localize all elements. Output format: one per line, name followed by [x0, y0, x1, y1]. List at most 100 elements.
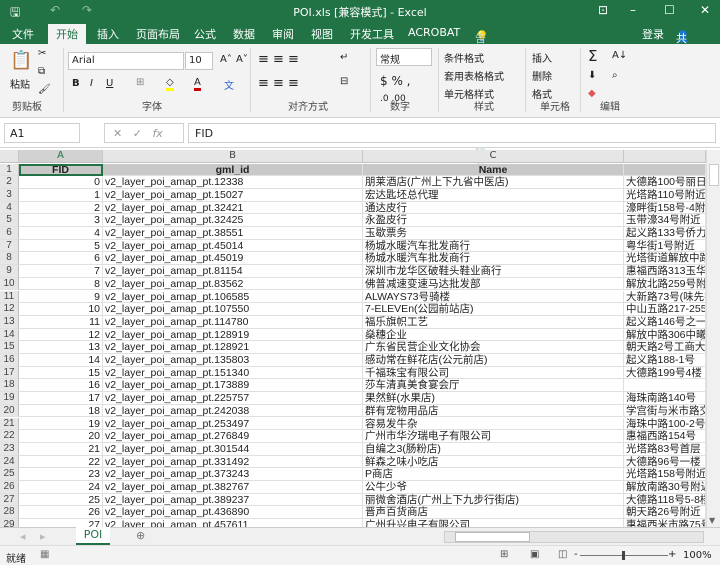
sheet-tab-poi[interactable]: POI: [76, 527, 110, 545]
align-top-icon[interactable]: ≡ ≡ ≡: [258, 52, 299, 67]
cancel-icon[interactable]: ✕: [113, 127, 122, 140]
cell-name[interactable]: 果然鲜(水果店): [363, 392, 624, 405]
row-number[interactable]: 6: [0, 227, 19, 240]
cell-fid[interactable]: 7: [19, 265, 103, 278]
cell-name[interactable]: 杨城水暖汽车批发商行: [363, 252, 624, 266]
tab-formulas[interactable]: 公式: [194, 26, 216, 42]
zoom-slider-handle[interactable]: [622, 551, 625, 560]
spreadsheet-grid[interactable]: A B C 1 FID gml_id Name 2 0 v2_layer_poi_amap_…: [0, 150, 706, 527]
page-layout-view-icon[interactable]: ▣: [530, 549, 539, 560]
conditional-format-button[interactable]: 条件格式: [444, 50, 484, 65]
minimize-icon[interactable]: –: [630, 3, 636, 17]
cell-name[interactable]: P商店: [363, 468, 624, 481]
cell-gml-id[interactable]: v2_layer_poi_amap_pt.225757: [103, 392, 363, 405]
cell-gml-id[interactable]: v2_layer_poi_amap_pt.81154: [103, 265, 363, 278]
merge-center-icon[interactable]: ⊟: [340, 76, 348, 87]
row-number[interactable]: 1: [0, 163, 19, 177]
shrink-font-icon[interactable]: A˅: [236, 54, 248, 65]
cell-fid[interactable]: 2: [19, 201, 103, 215]
row-number[interactable]: 11: [0, 290, 19, 304]
horizontal-scrollbar[interactable]: [444, 531, 704, 543]
cell-address[interactable]: 解放北路259号附近: [624, 277, 706, 291]
row-number[interactable]: 28: [0, 506, 19, 520]
cell-address[interactable]: 惠福西路154号: [624, 430, 706, 443]
cell-name[interactable]: 莎车清真美食宴会厅: [363, 379, 624, 393]
format-as-table-button[interactable]: 套用表格格式: [444, 68, 504, 83]
row-number[interactable]: 10: [0, 277, 19, 291]
cell-name[interactable]: 广州升兴电子有限公司: [363, 519, 624, 527]
cell-name[interactable]: 广东省民营企业文化协会: [363, 341, 624, 354]
cell-name[interactable]: 深圳市龙华区破鞋头鞋业商行: [363, 265, 624, 278]
cell-fid[interactable]: 5: [19, 239, 103, 253]
cell-gml-id[interactable]: v2_layer_poi_amap_pt.32425: [103, 214, 363, 227]
prev-sheet-icon[interactable]: ◂: [20, 530, 26, 543]
borders-icon[interactable]: ⊞: [136, 77, 144, 88]
cell-gml-id[interactable]: v2_layer_poi_amap_pt.45014: [103, 239, 363, 253]
cell-fid[interactable]: 15: [19, 366, 103, 380]
cell-address[interactable]: 光塔路83号首层: [624, 442, 706, 456]
fill-color-icon[interactable]: ◇: [166, 77, 174, 91]
cell-address[interactable]: 大德路118号5-8楼: [624, 493, 706, 507]
column-header-b[interactable]: B: [103, 150, 363, 163]
select-all[interactable]: [0, 150, 19, 163]
formula-input[interactable]: FID: [188, 123, 716, 143]
name-box[interactable]: A1: [4, 123, 80, 143]
cell-fid[interactable]: 25: [19, 493, 103, 507]
underline-button[interactable]: U: [106, 78, 113, 89]
row-number[interactable]: 15: [0, 341, 19, 354]
tab-insert[interactable]: 插入: [97, 26, 119, 42]
zoom-level[interactable]: 100%: [683, 550, 712, 561]
login-link[interactable]: 登录: [642, 26, 664, 42]
cell-fid[interactable]: 13: [19, 341, 103, 354]
cell-name[interactable]: 杨城水暖汽车批发商行: [363, 239, 624, 253]
cell-gml-id[interactable]: gml_id: [103, 163, 363, 177]
tab-review[interactable]: 审阅: [272, 26, 294, 42]
row-number[interactable]: 22: [0, 430, 19, 443]
cell-name[interactable]: 广州市华汐瑞电子有限公司: [363, 430, 624, 443]
row-number[interactable]: 13: [0, 315, 19, 329]
maximize-icon[interactable]: ☐: [664, 3, 675, 17]
cell-name[interactable]: 通达皮行: [363, 201, 624, 215]
font-size-select[interactable]: 10: [185, 52, 213, 70]
cell-gml-id[interactable]: v2_layer_poi_amap_pt.107550: [103, 303, 363, 316]
cell-address[interactable]: 大德路96号一楼: [624, 455, 706, 469]
cell-fid[interactable]: 3: [19, 214, 103, 227]
row-number[interactable]: 12: [0, 303, 19, 316]
cell-address[interactable]: 玉带濠34号附近: [624, 214, 706, 227]
cell-fid[interactable]: 19: [19, 417, 103, 431]
zoom-in-button[interactable]: +: [668, 549, 676, 560]
tab-home[interactable]: 开始: [48, 24, 86, 44]
cell-address[interactable]: 中山五路217-255号: [624, 303, 706, 316]
cell-name[interactable]: 永盈皮行: [363, 214, 624, 227]
cell-fid[interactable]: 23: [19, 468, 103, 481]
cell-fid[interactable]: 0: [19, 176, 103, 189]
cell-name[interactable]: 容易发牛杂: [363, 417, 624, 431]
cell-gml-id[interactable]: v2_layer_poi_amap_pt.242038: [103, 404, 363, 418]
cell-address[interactable]: 光塔路110号附近: [624, 188, 706, 202]
cell-address[interactable]: 起义路146号之一: [624, 315, 706, 329]
cell-address[interactable]: 惠福西路313玉华坊: [624, 265, 706, 278]
cell-fid[interactable]: 12: [19, 328, 103, 342]
cell-fid[interactable]: 21: [19, 442, 103, 456]
cell-gml-id[interactable]: v2_layer_poi_amap_pt.373243: [103, 468, 363, 481]
row-number[interactable]: 18: [0, 379, 19, 393]
cell-name[interactable]: 公牛少爷: [363, 481, 624, 494]
row-number[interactable]: 14: [0, 328, 19, 342]
cell-gml-id[interactable]: v2_layer_poi_amap_pt.457611: [103, 519, 363, 527]
cell-address[interactable]: 光塔路158号附近: [624, 468, 706, 481]
bold-button[interactable]: B: [72, 78, 80, 89]
number-format-select[interactable]: 常规: [376, 48, 432, 66]
cell-gml-id[interactable]: v2_layer_poi_amap_pt.389237: [103, 493, 363, 507]
cell-name[interactable]: Name: [363, 163, 624, 177]
ribbon-display-icon[interactable]: ⊡: [598, 3, 608, 17]
cell-name[interactable]: 朋莱酒店(广州上下九省中医店): [363, 176, 624, 189]
column-header-d[interactable]: [624, 150, 706, 163]
row-number[interactable]: 8: [0, 252, 19, 266]
tab-data[interactable]: 数据: [233, 26, 255, 42]
cell-address[interactable]: 粤华街1号附近: [624, 239, 706, 253]
cell-gml-id[interactable]: v2_layer_poi_amap_pt.15027: [103, 188, 363, 202]
tab-view[interactable]: 视图: [311, 26, 333, 42]
find-icon[interactable]: ⌕: [612, 70, 618, 81]
cell-gml-id[interactable]: v2_layer_poi_amap_pt.114780: [103, 315, 363, 329]
cell-address[interactable]: 起义路133号侨力大: [624, 227, 706, 240]
